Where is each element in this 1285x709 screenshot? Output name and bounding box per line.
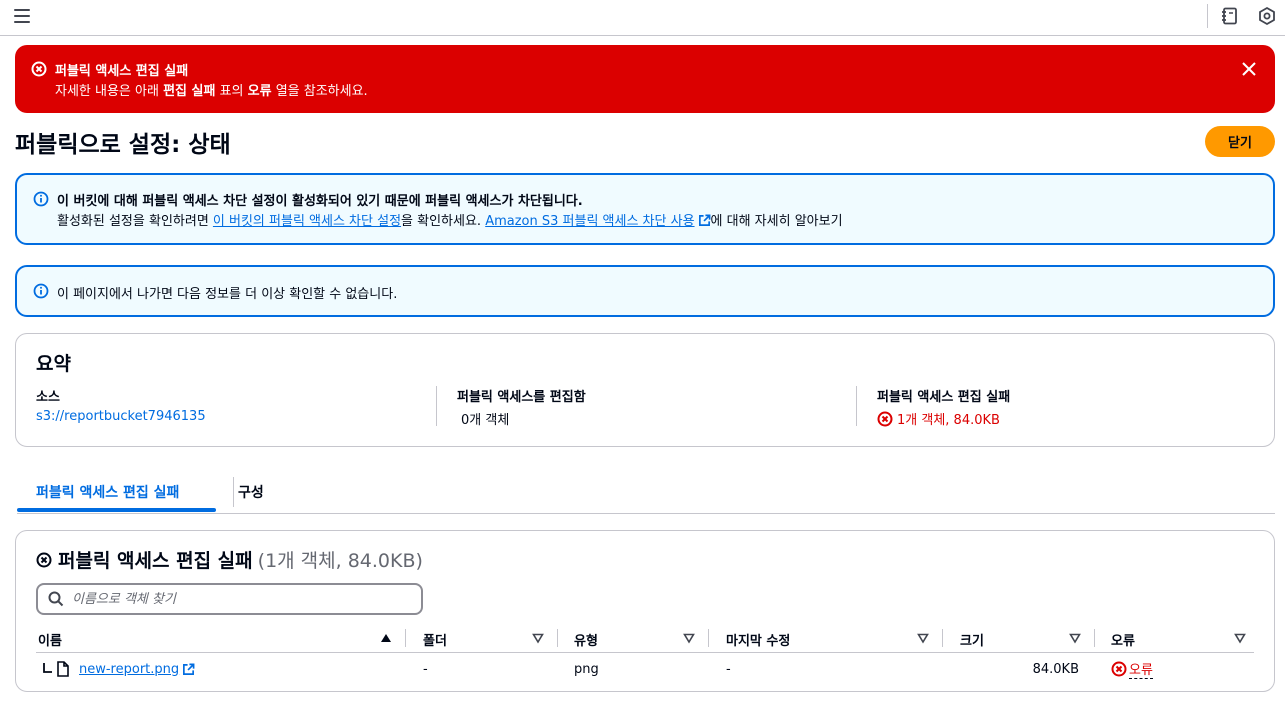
- info-text: 을 확인하세요.: [401, 214, 486, 229]
- close-icon[interactable]: [1241, 61, 1257, 77]
- learn-more-link[interactable]: Amazon S3 퍼블릭 액세스 차단 사용: [485, 214, 694, 229]
- column-divider: [942, 629, 943, 647]
- external-link-icon: [698, 214, 710, 226]
- table-row-size-cell: 84.0KB: [1032, 661, 1079, 677]
- file-icon: [57, 661, 69, 677]
- sort-icon[interactable]: [917, 632, 929, 644]
- summary-edited: 퍼블릭 액세스를 편집함 0개 객체: [457, 386, 586, 428]
- error-icon: [31, 61, 47, 77]
- column-divider: [405, 629, 406, 647]
- table-row-last-modified-cell: -: [726, 661, 731, 677]
- column-header-name[interactable]: 이름: [38, 627, 62, 651]
- sort-ascending-icon[interactable]: [380, 632, 392, 644]
- table-count: (1개 객체, 84.0KB): [257, 550, 423, 572]
- topbar-divider: [1207, 4, 1208, 28]
- sort-icon[interactable]: [1234, 632, 1246, 644]
- error-popover-trigger[interactable]: 오류: [1129, 659, 1153, 679]
- top-bar: [0, 0, 1285, 36]
- header-divider: [36, 652, 1254, 653]
- table-row-folder-cell: -: [423, 661, 428, 677]
- info-alert-leave-page: 이 페이지에서 나가면 다음 정보를 더 이상 확인할 수 없습니다.: [15, 265, 1275, 317]
- sort-icon[interactable]: [1069, 632, 1081, 644]
- tab-divider: [233, 477, 234, 507]
- flash-title: 퍼블릭 액세스 편집 실패: [55, 64, 189, 79]
- external-link-icon: [183, 663, 195, 675]
- block-public-access-settings-link[interactable]: 이 버킷의 퍼블릭 액세스 차단 설정: [213, 214, 401, 229]
- sort-icon[interactable]: [532, 632, 544, 644]
- table-row-error-cell[interactable]: 오류: [1111, 659, 1153, 679]
- summary-title: 요약: [36, 353, 71, 375]
- error-icon: [1111, 661, 1127, 677]
- column-header-type[interactable]: 유형: [574, 627, 598, 651]
- column-header-size[interactable]: 크기: [960, 627, 984, 651]
- failed-value: 1개 객체, 84.0KB: [897, 413, 1000, 428]
- search-box: [36, 583, 423, 615]
- page-title: 퍼블릭으로 설정: 상태: [15, 132, 231, 158]
- edited-label: 퍼블릭 액세스를 편집함: [457, 390, 586, 405]
- failed-objects-table: 퍼블릭 액세스 편집 실패 (1개 객체, 84.0KB) 이름 폴더 유형 마…: [15, 530, 1275, 692]
- column-header-folder[interactable]: 폴더: [423, 627, 447, 651]
- error-flash-banner: 퍼블릭 액세스 편집 실패 자세한 내용은 아래 편집 실패 표의 오류 열을 …: [15, 45, 1275, 113]
- info-icon: [33, 191, 49, 207]
- flash-desc-bold: 편집 실패: [163, 84, 216, 99]
- table-header: 퍼블릭 액세스 편집 실패 (1개 객체, 84.0KB): [36, 546, 423, 573]
- tabs: 퍼블릭 액세스 편집 실패 구성: [17, 470, 1275, 514]
- close-button[interactable]: 닫기: [1205, 126, 1275, 157]
- info-title: 이 버킷에 대해 퍼블릭 액세스 차단 설정이 활성화되어 있기 때문에 퍼블릭…: [57, 194, 583, 209]
- summary-divider: [436, 386, 437, 426]
- summary-source: 소스 s3://reportbucket7946135: [36, 386, 206, 424]
- search-icon: [48, 591, 64, 607]
- flash-desc-text: 열을 참조하세요.: [271, 84, 368, 99]
- tab-failed[interactable]: 퍼블릭 액세스 편집 실패: [36, 470, 179, 513]
- source-link[interactable]: s3://reportbucket7946135: [36, 409, 206, 424]
- table-title: 퍼블릭 액세스 편집 실패: [58, 550, 253, 572]
- info-icon: [33, 283, 49, 299]
- info-description: 활성화된 설정을 확인하려면 이 버킷의 퍼블릭 액세스 차단 설정을 확인하세…: [57, 210, 843, 229]
- flash-description: 자세한 내용은 아래 편집 실패 표의 오류 열을 참조하세요.: [55, 80, 368, 99]
- table-row-name-cell: new-report.png: [42, 659, 195, 679]
- notes-icon[interactable]: [1220, 6, 1240, 26]
- column-header-error[interactable]: 오류: [1111, 627, 1135, 651]
- search-input[interactable]: [72, 591, 402, 607]
- column-header-last-modified[interactable]: 마지막 수정: [726, 627, 790, 651]
- failed-label: 퍼블릭 액세스 편집 실패: [877, 390, 1011, 405]
- summary-failed: 퍼블릭 액세스 편집 실패 1개 객체, 84.0KB: [877, 386, 1010, 428]
- flash-desc-bold: 오류: [247, 84, 272, 99]
- flash-desc-text: 표의: [215, 84, 248, 99]
- info-alert-block-public-access: 이 버킷에 대해 퍼블릭 액세스 차단 설정이 활성화되어 있기 때문에 퍼블릭…: [15, 173, 1275, 245]
- flash-desc-text: 자세한 내용은 아래: [55, 84, 164, 99]
- menu-icon[interactable]: [14, 9, 30, 23]
- settings-icon[interactable]: [1257, 6, 1277, 26]
- object-link[interactable]: new-report.png: [79, 662, 179, 677]
- summary-divider: [856, 386, 857, 426]
- column-divider: [1094, 629, 1095, 647]
- info-text: 활성화된 설정을 확인하려면: [57, 214, 213, 229]
- edited-value: 0개 객체: [461, 413, 510, 428]
- info-text: 이 페이지에서 나가면 다음 정보를 더 이상 확인할 수 없습니다.: [57, 287, 398, 302]
- tree-branch-icon: [43, 663, 52, 673]
- info-text: 에 대해 자세히 알아보기: [710, 214, 843, 229]
- failed-value-row: 1개 객체, 84.0KB: [877, 409, 1010, 428]
- summary-container: 요약 소스 s3://reportbucket7946135 퍼블릭 액세스를 …: [15, 333, 1275, 447]
- column-divider: [557, 629, 558, 647]
- active-tab-indicator: [17, 508, 216, 512]
- tab-configuration[interactable]: 구성: [238, 470, 264, 513]
- error-icon: [877, 411, 893, 426]
- source-label: 소스: [36, 390, 60, 405]
- error-icon: [36, 552, 52, 567]
- table-row-type-cell: png: [574, 661, 599, 677]
- sort-icon[interactable]: [683, 632, 695, 644]
- column-divider: [708, 629, 709, 647]
